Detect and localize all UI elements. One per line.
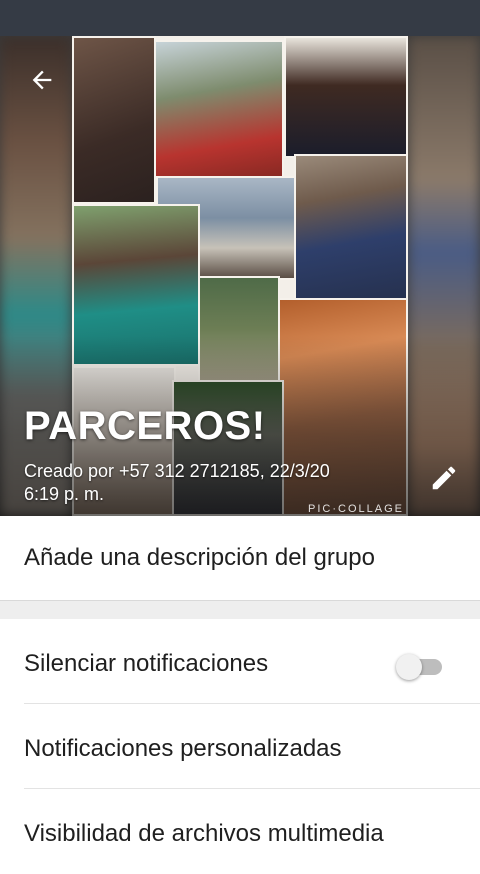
created-by-line: Creado por +57 312 2712185, 22/3/20 (24, 461, 330, 481)
add-description-row[interactable]: Añade una descripción del grupo (0, 516, 480, 601)
group-photo-header[interactable]: PARCEROS! Creado por +57 312 2712185, 22… (0, 36, 480, 516)
group-created-info: Creado por +57 312 2712185, 22/3/20 6:19… (24, 460, 374, 506)
custom-notifications-row[interactable]: Notificaciones personalizadas (0, 705, 480, 789)
add-description-label: Añade una descripción del grupo (24, 544, 375, 571)
group-name: PARCEROS! (24, 404, 266, 448)
mute-notifications-label: Silenciar notificaciones (24, 650, 269, 677)
collage-photo (154, 40, 284, 188)
media-visibility-label: Visibilidad de archivos multimedia (24, 820, 384, 847)
section-divider (0, 601, 480, 619)
status-bar (0, 0, 480, 36)
edit-group-button[interactable] (420, 454, 468, 502)
collage-photo (294, 154, 408, 300)
mute-notifications-row[interactable]: Silenciar notificaciones (0, 620, 480, 704)
media-visibility-row[interactable]: Visibilidad de archivos multimedia (0, 790, 480, 874)
collage-photo (72, 36, 156, 204)
arrow-back-icon (32, 70, 52, 90)
row-separator (24, 703, 480, 704)
collage-watermark: PIC·COLLAGE (308, 503, 404, 515)
toggle-thumb (396, 654, 422, 680)
pencil-edit-icon (432, 466, 456, 490)
row-separator (24, 788, 480, 789)
back-button[interactable] (20, 58, 64, 102)
mute-notifications-toggle[interactable] (396, 652, 446, 682)
collage-photo (284, 36, 408, 158)
custom-notifications-label: Notificaciones personalizadas (24, 735, 342, 762)
